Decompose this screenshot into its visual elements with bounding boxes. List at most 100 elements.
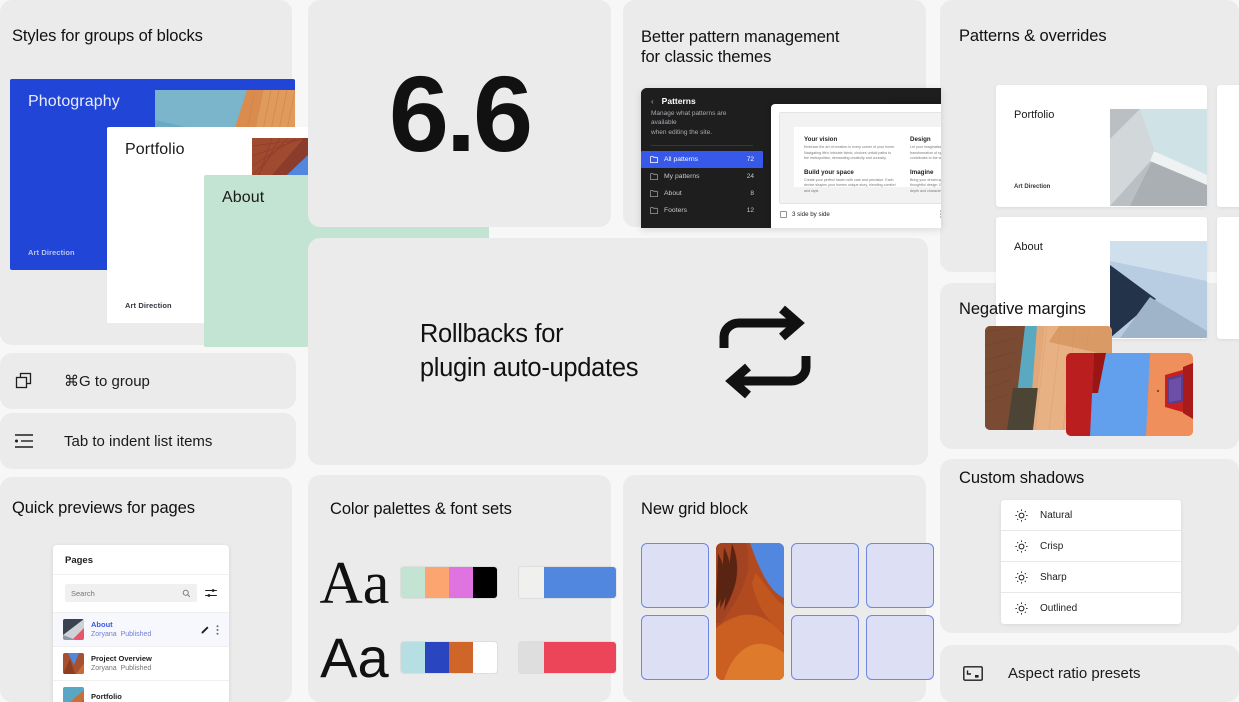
patterns-sidebar: ‹ Patterns Manage what patterns are avai… bbox=[641, 88, 763, 228]
grid-cell[interactable] bbox=[791, 543, 859, 608]
pages-list-item[interactable]: Portfolio bbox=[53, 680, 229, 702]
override-card-extra bbox=[1217, 85, 1239, 207]
page-thumbnail bbox=[63, 619, 84, 640]
palette-swatch bbox=[591, 567, 616, 598]
palette-swatch-group[interactable] bbox=[519, 567, 616, 598]
grid-cell[interactable] bbox=[641, 615, 709, 680]
pages-list-item[interactable]: About Zoryana Published bbox=[53, 612, 229, 646]
pattern-footer-row: 3 side by side bbox=[771, 204, 941, 224]
edit-pencil-icon[interactable] bbox=[201, 625, 210, 634]
page-name: About bbox=[91, 619, 113, 629]
font-specimen-sans: Aa bbox=[320, 625, 389, 689]
loop-arrows-icon bbox=[719, 305, 811, 398]
aspect-ratio-icon bbox=[961, 662, 985, 686]
grid-cell[interactable] bbox=[866, 543, 934, 608]
page-row-actions bbox=[201, 624, 219, 635]
pattern-management-screenshot: ‹ Patterns Manage what patterns are avai… bbox=[641, 88, 941, 228]
pattern-checkbox[interactable] bbox=[780, 210, 787, 218]
rollbacks-line-1: Rollbacks for bbox=[419, 320, 564, 349]
patterns-nav-item-about[interactable]: About 8 bbox=[641, 185, 763, 202]
palette-swatch bbox=[400, 642, 425, 673]
preview-heading-3: Design bbox=[910, 136, 931, 143]
palette-swatch-group[interactable] bbox=[400, 642, 498, 673]
list-indent-icon bbox=[12, 429, 36, 453]
shadow-presets-list: Natural Crisp Sharp Outlined bbox=[1001, 500, 1181, 624]
palette-swatch-group[interactable] bbox=[400, 567, 498, 598]
pattern-preview-content: Your vision Embrace the art of creation … bbox=[794, 127, 941, 193]
override-card-title: Portfolio bbox=[1014, 109, 1055, 121]
patterns-nav-count: 12 bbox=[746, 207, 754, 215]
preview-para-1: Embrace the art of creation in every cor… bbox=[804, 145, 896, 161]
patterns-nav-count: 24 bbox=[746, 173, 754, 181]
page-text: About Zoryana Published bbox=[91, 620, 194, 640]
stack-card-label: Portfolio bbox=[125, 141, 185, 158]
card-pattern-title: Better pattern management for classic th… bbox=[641, 27, 839, 67]
divider bbox=[651, 145, 753, 147]
patterns-nav-item-my[interactable]: My patterns 24 bbox=[641, 168, 763, 185]
page-text: Portfolio bbox=[91, 692, 219, 702]
rollbacks-line-2: plugin auto-updates bbox=[419, 353, 639, 382]
shadow-preset-label: Natural bbox=[1040, 509, 1073, 521]
palette-row: Aa bbox=[308, 620, 638, 695]
shadow-preset-outlined[interactable]: Outlined bbox=[1001, 593, 1181, 624]
stack-card-sub: Art Direction bbox=[125, 301, 172, 310]
patterns-panel-desc: Manage what patterns are available when … bbox=[651, 110, 727, 136]
filter-settings-icon[interactable] bbox=[205, 588, 217, 598]
patterns-nav-item-all[interactable]: All patterns 72 bbox=[641, 151, 763, 169]
pattern-title-line-1: Better pattern management bbox=[641, 28, 840, 46]
folder-icon bbox=[650, 173, 658, 181]
shadow-preset-label: Outlined bbox=[1040, 603, 1078, 614]
aspect-ratio-label: Aspect ratio presets bbox=[1008, 665, 1141, 682]
pattern-preview: Your vision Embrace the art of creation … bbox=[779, 112, 941, 204]
card-grid-title: New grid block bbox=[641, 500, 748, 518]
page-thumbnail bbox=[63, 687, 84, 702]
preview-para-2: Create your perfect haven with care and … bbox=[804, 177, 896, 193]
grid-cell[interactable] bbox=[791, 615, 859, 680]
shortcut-indent-label: Tab to indent list items bbox=[64, 432, 213, 450]
palette-swatch bbox=[449, 567, 474, 598]
palette-swatch bbox=[591, 642, 616, 673]
shortcut-indent-list[interactable]: Tab to indent list items bbox=[0, 413, 296, 469]
back-chevron-icon[interactable]: ‹ bbox=[651, 97, 654, 106]
sun-icon bbox=[1015, 508, 1028, 522]
pages-search-input[interactable]: Search bbox=[65, 584, 197, 602]
palette-swatch bbox=[543, 642, 568, 673]
grid-cells bbox=[641, 543, 934, 680]
grid-cell[interactable] bbox=[866, 615, 934, 680]
more-options-icon[interactable] bbox=[216, 624, 219, 635]
override-card-image bbox=[1110, 109, 1207, 206]
shortcut-group-label: ⌘G to group bbox=[64, 373, 150, 390]
palette-swatch bbox=[425, 642, 450, 673]
shadow-preset-crisp[interactable]: Crisp bbox=[1001, 531, 1181, 562]
palette-swatch bbox=[519, 567, 544, 598]
palette-swatch bbox=[543, 567, 568, 598]
shortcut-group-blocks[interactable]: ⌘G to group bbox=[0, 353, 296, 409]
patterns-sidebar-header: ‹ Patterns bbox=[641, 88, 763, 109]
overrides-column bbox=[1217, 85, 1239, 339]
page-text: Project Overview Zoryana Published bbox=[91, 654, 219, 674]
shadow-preset-label: Sharp bbox=[1040, 571, 1067, 583]
page-name: Portfolio bbox=[91, 692, 122, 702]
page-meta: Zoryana Published bbox=[91, 630, 152, 638]
card-overrides-title: Patterns & overrides bbox=[959, 27, 1107, 45]
pages-list-item[interactable]: Project Overview Zoryana Published bbox=[53, 646, 229, 680]
font-specimen-serif: Aa bbox=[319, 549, 390, 616]
palette-swatch-group[interactable] bbox=[519, 642, 616, 673]
override-card-portfolio: Portfolio Art Direction bbox=[996, 85, 1207, 207]
card-custom-shadows-title: Custom shadows bbox=[959, 469, 1085, 487]
sun-icon bbox=[1015, 570, 1028, 584]
aspect-ratio-presets-pill[interactable]: Aspect ratio presets bbox=[940, 645, 1239, 702]
shadow-preset-sharp[interactable]: Sharp bbox=[1001, 562, 1181, 593]
card-palettes-title: Color palettes & font sets bbox=[330, 500, 512, 518]
card-styles-title: Styles for groups of blocks bbox=[12, 27, 203, 45]
patterns-nav-label: All patterns bbox=[664, 156, 699, 164]
shadow-preset-natural[interactable]: Natural bbox=[1001, 500, 1181, 531]
more-options-icon[interactable] bbox=[940, 210, 941, 218]
preview-para-3: Let your imagination guide the transform… bbox=[910, 145, 941, 161]
grid-cell[interactable] bbox=[641, 543, 709, 608]
patterns-nav-item-footers[interactable]: Footers 12 bbox=[641, 202, 763, 219]
preview-heading-4: Imagine bbox=[910, 168, 934, 176]
palette-swatch bbox=[519, 642, 544, 673]
palettes-content: Aa Aa bbox=[308, 545, 638, 695]
page-name: Project Overview bbox=[91, 653, 152, 663]
